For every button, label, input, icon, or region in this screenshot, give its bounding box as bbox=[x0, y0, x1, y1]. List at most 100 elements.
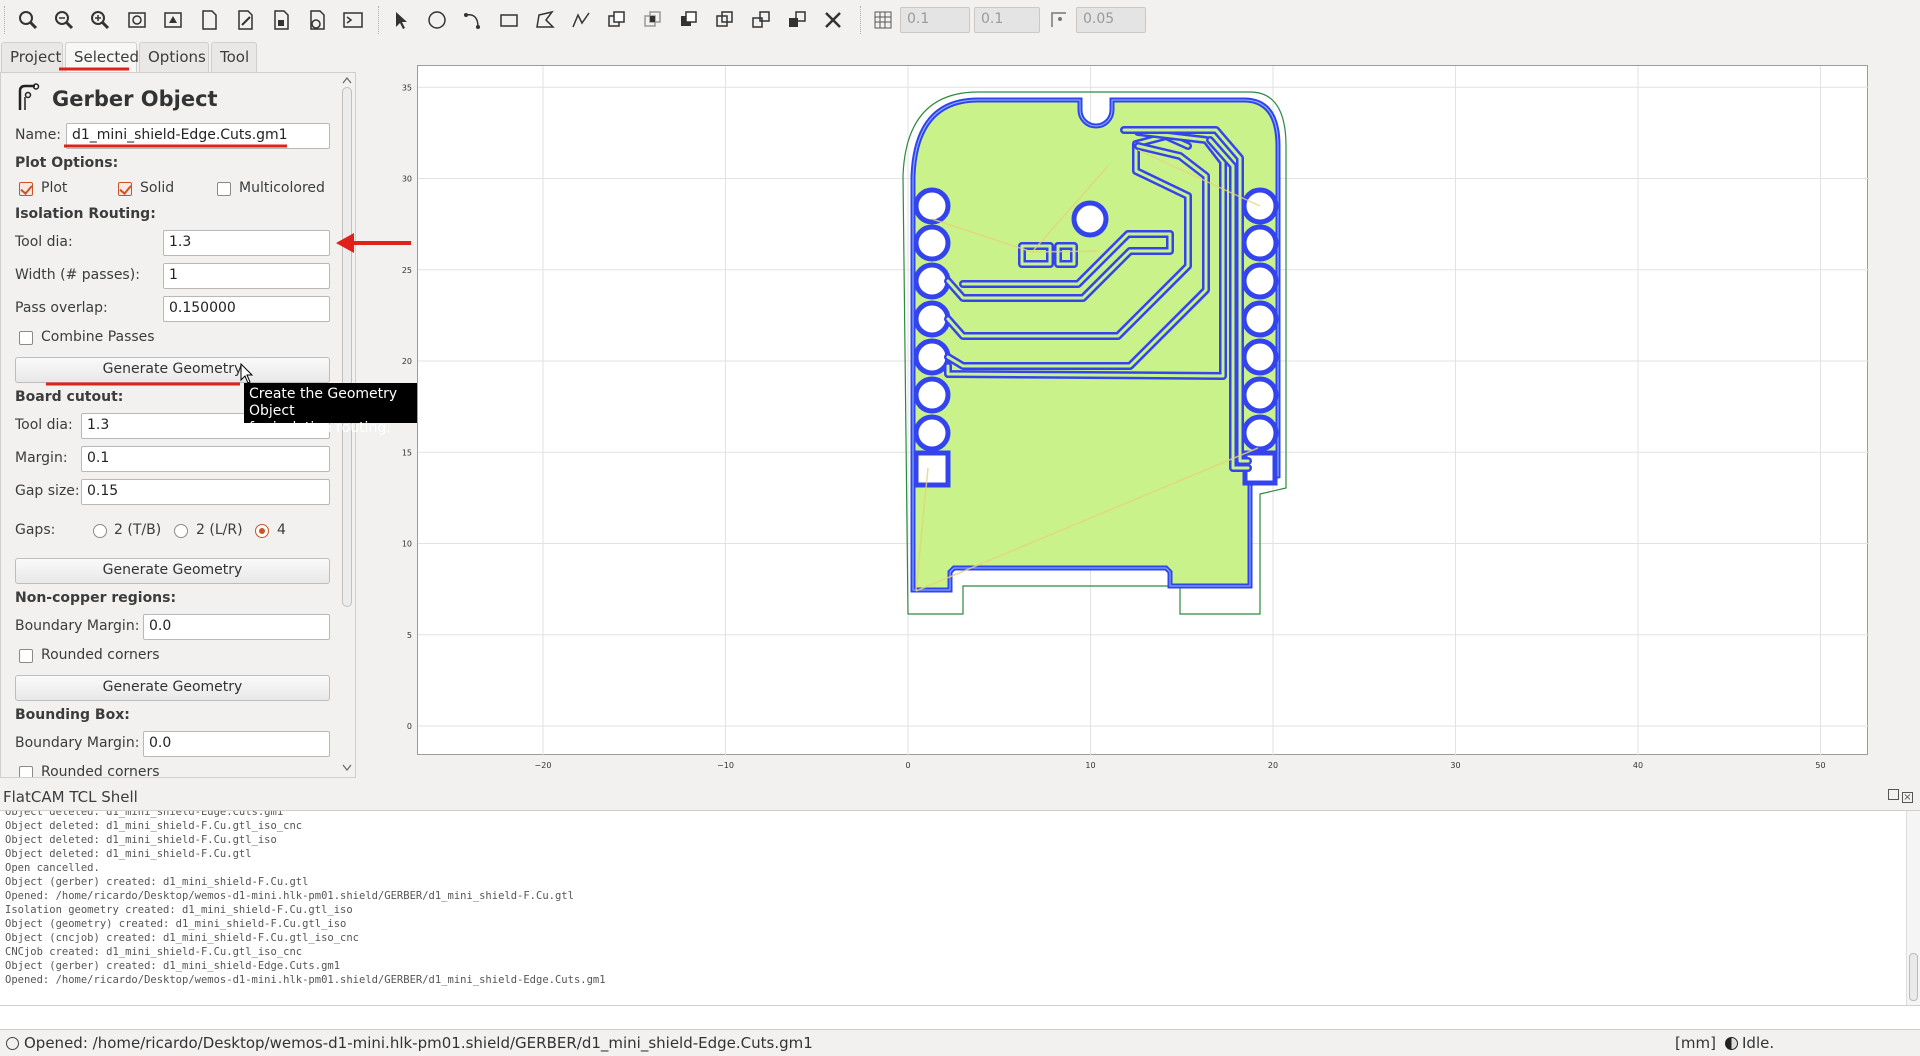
rectangle-tool-icon[interactable] bbox=[496, 8, 522, 32]
gaps-4-radio[interactable] bbox=[255, 524, 269, 538]
zoom-out-icon[interactable] bbox=[87, 8, 113, 32]
y-tick-label: 15 bbox=[402, 448, 412, 457]
gaps-lr-radio[interactable] bbox=[174, 524, 188, 538]
delete-object-icon[interactable] bbox=[304, 8, 330, 32]
grid-snap-icon[interactable] bbox=[870, 8, 896, 32]
solid-checkbox[interactable] bbox=[118, 182, 132, 196]
isolation-routing-label: Isolation Routing: bbox=[15, 206, 156, 222]
union-icon[interactable] bbox=[604, 8, 630, 32]
shell-log-line: Object deleted: d1_mini_shield-F.Cu.gtl bbox=[5, 848, 252, 860]
plot-label: Plot bbox=[41, 180, 68, 196]
shell-log-line: Opened: /home/ricardo/Desktop/wemos-d1-m… bbox=[5, 890, 574, 902]
grid-y-field[interactable]: 0.1 bbox=[974, 7, 1040, 33]
float-dock-icon[interactable] bbox=[1888, 789, 1899, 800]
pad-right bbox=[1241, 414, 1279, 452]
edit-geometry-icon[interactable] bbox=[232, 8, 258, 32]
toolbar-handle[interactable] bbox=[4, 6, 6, 34]
snap-max-field[interactable]: 0.05 bbox=[1076, 7, 1146, 33]
copy-shape-icon[interactable] bbox=[748, 8, 774, 32]
panel-title: Gerber Object bbox=[52, 87, 218, 111]
plot-svg[interactable]: −20 −10 0 10 20 30 40 5035302520151050 bbox=[402, 66, 1869, 770]
noncopper-margin-label: Boundary Margin: bbox=[15, 618, 140, 634]
shell-scrollbar[interactable] bbox=[1906, 811, 1920, 1005]
cut-path-icon[interactable] bbox=[712, 8, 738, 32]
move-shape-icon[interactable] bbox=[784, 8, 810, 32]
cutout-tool-dia-label: Tool dia: bbox=[15, 417, 73, 433]
shell-log-line: Object (gerber) created: d1_mini_shield-… bbox=[5, 960, 341, 972]
pad-right bbox=[1241, 262, 1279, 300]
zoom-fit-icon[interactable] bbox=[15, 8, 41, 32]
pad-square-left bbox=[913, 450, 951, 488]
update-geometry-icon[interactable] bbox=[268, 8, 294, 32]
ratsnest-line bbox=[1031, 250, 1099, 253]
generate-cutout-button[interactable]: Generate Geometry bbox=[15, 558, 330, 584]
circle-tool-icon[interactable] bbox=[424, 8, 450, 32]
intersection-icon[interactable] bbox=[640, 8, 666, 32]
subtract-icon[interactable] bbox=[676, 8, 702, 32]
y-tick-label: 35 bbox=[402, 83, 412, 92]
tooltip-line-1: Create the Geometry Object bbox=[249, 386, 398, 419]
shell-scrollbar-thumb[interactable] bbox=[1909, 953, 1918, 1001]
replot-icon[interactable] bbox=[160, 8, 186, 32]
x-tick-label: −20 bbox=[535, 761, 552, 770]
grid-x-field[interactable]: 0.1 bbox=[900, 7, 970, 33]
gaps-tb-radio[interactable] bbox=[93, 524, 107, 538]
shell-log-line: Object (geometry) created: d1_mini_shiel… bbox=[5, 918, 347, 930]
bbox-rounded-checkbox[interactable] bbox=[19, 766, 33, 777]
tab-project[interactable]: Project bbox=[1, 42, 63, 72]
name-field[interactable]: d1_mini_shield-Edge.Cuts.gm1 bbox=[66, 123, 330, 149]
bbox-margin-field[interactable]: 0.0 bbox=[143, 731, 330, 757]
clear-plot-icon[interactable] bbox=[124, 8, 150, 32]
bounding-box-label: Bounding Box: bbox=[15, 707, 130, 723]
noncopper-margin-field[interactable]: 0.0 bbox=[143, 614, 330, 640]
shell-icon[interactable] bbox=[340, 8, 366, 32]
noncopper-rounded-checkbox[interactable] bbox=[19, 649, 33, 663]
pad-left bbox=[913, 300, 951, 338]
snap-corner-icon[interactable] bbox=[1046, 8, 1072, 32]
pass-overlap-field[interactable]: 0.150000 bbox=[163, 296, 330, 322]
shell-output[interactable]: Object deleted: d1_mini_shield-Edge.Cuts… bbox=[0, 810, 1920, 1006]
shell-log-line: CNCjob created: d1_mini_shield-F.Cu.gtl_… bbox=[5, 946, 303, 958]
generate-isolation-button[interactable]: Generate Geometry bbox=[15, 357, 330, 383]
tool-dia-label: Tool dia: bbox=[15, 234, 73, 250]
status-info-icon bbox=[6, 1037, 19, 1050]
gap-size-field[interactable]: 0.15 bbox=[81, 479, 330, 505]
shell-log-line: Object (cncjob) created: d1_mini_shield-… bbox=[5, 932, 360, 944]
x-tick-label: 50 bbox=[1815, 761, 1825, 770]
margin-field[interactable]: 0.1 bbox=[81, 446, 330, 472]
panel-scrollbar-thumb[interactable] bbox=[342, 87, 352, 607]
width-passes-label: Width (# passes): bbox=[15, 267, 140, 283]
tab-options[interactable]: Options bbox=[139, 42, 209, 72]
solid-label: Solid bbox=[140, 180, 175, 196]
status-activity-icon bbox=[1725, 1037, 1738, 1050]
width-passes-field[interactable]: 1 bbox=[163, 263, 330, 289]
polygon-tool-icon[interactable] bbox=[532, 8, 558, 32]
x-tick-label: 0 bbox=[905, 761, 910, 770]
select-arrow-icon[interactable] bbox=[388, 8, 414, 32]
arc-tool-icon[interactable] bbox=[460, 8, 486, 32]
gap-size-label: Gap size: bbox=[15, 483, 80, 499]
delete-shape-icon[interactable] bbox=[820, 8, 846, 32]
shell-command-input[interactable] bbox=[0, 1006, 1920, 1030]
shell-dock-buttons: × bbox=[1888, 789, 1913, 803]
y-tick-label: 10 bbox=[402, 540, 412, 549]
y-tick-label: 0 bbox=[407, 722, 412, 731]
zoom-in-icon[interactable] bbox=[51, 8, 77, 32]
tab-tool[interactable]: Tool bbox=[211, 42, 257, 72]
generate-noncopper-button[interactable]: Generate Geometry bbox=[15, 675, 330, 701]
pad-right bbox=[1241, 338, 1279, 376]
plot-canvas[interactable]: −20 −10 0 10 20 30 40 50 35 30 25 20 15 10 5 0 bbox=[402, 65, 1869, 770]
new-geometry-icon[interactable] bbox=[196, 8, 222, 32]
close-dock-icon[interactable]: × bbox=[1902, 792, 1913, 803]
combine-passes-checkbox[interactable] bbox=[19, 331, 33, 345]
x-tick-label: 40 bbox=[1633, 761, 1643, 770]
y-tick-label: 30 bbox=[402, 175, 412, 184]
multicolored-checkbox[interactable] bbox=[217, 182, 231, 196]
path-tool-icon[interactable] bbox=[568, 8, 594, 32]
tab-selected[interactable]: Selected bbox=[65, 42, 139, 72]
plot-checkbox[interactable] bbox=[19, 182, 33, 196]
flatcam-window: 0.1 0.1 0.05 Project Selected Options To… bbox=[0, 0, 1920, 1056]
tool-dia-field[interactable]: 1.3 bbox=[163, 230, 330, 256]
gaps-4-label: 4 bbox=[277, 522, 286, 538]
shell-log-line: Object deleted: d1_mini_shield-Edge.Cuts… bbox=[5, 810, 284, 818]
